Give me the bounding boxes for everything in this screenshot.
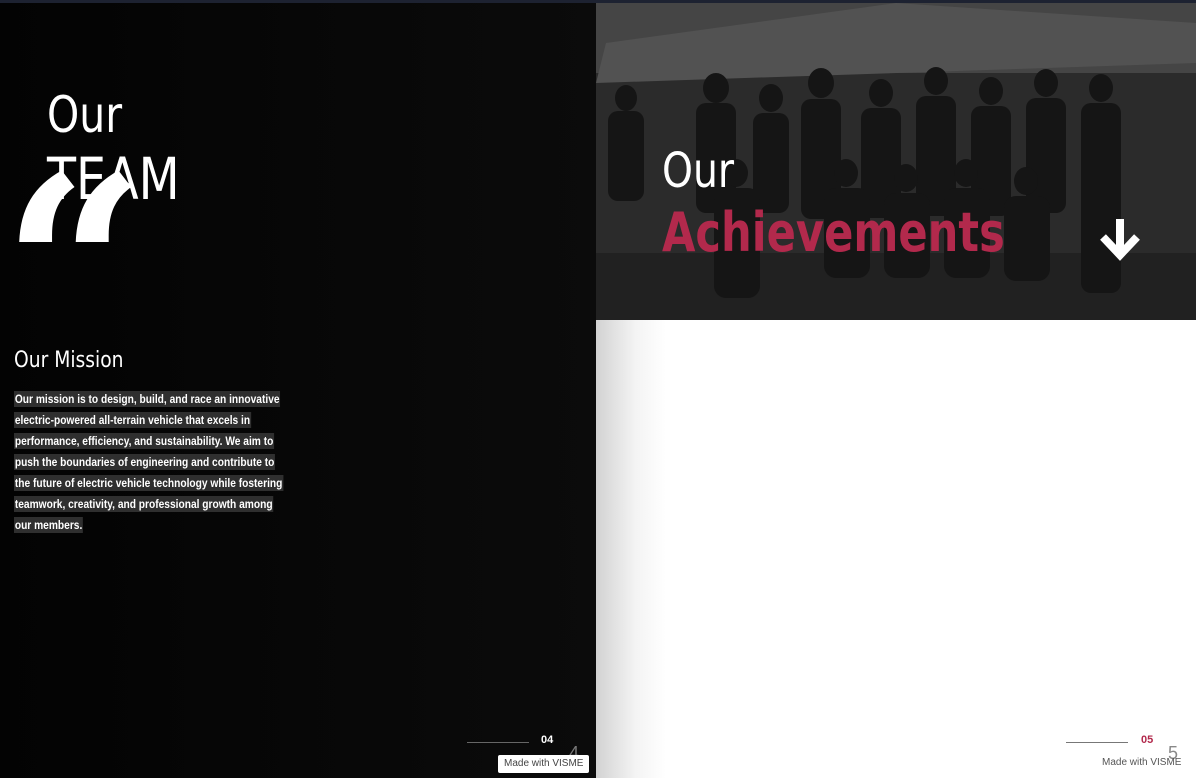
mission-text-highlight: Our mission is to design, build, and rac… xyxy=(14,391,284,533)
made-with-visme-badge[interactable]: Made with VISME xyxy=(1102,756,1181,770)
mission-heading: Our Mission xyxy=(14,348,124,373)
mission-text: Our mission is to design, build, and rac… xyxy=(14,389,286,536)
page-number: 05 xyxy=(1141,734,1154,746)
achievements-title-line1: Our xyxy=(662,143,735,199)
page-our-achievements: Our Achievements 05 5 Made with VISME xyxy=(596,3,1196,778)
page-our-team: Our TEAM “ Our Mission Our mission is to… xyxy=(0,3,596,778)
arrow-down-icon[interactable] xyxy=(1099,217,1141,261)
page-number-rule xyxy=(467,742,529,743)
page-number: 04 xyxy=(541,734,554,746)
made-with-visme-badge[interactable]: Made with VISME xyxy=(498,755,590,773)
page-number-rule xyxy=(1066,742,1128,743)
achievements-title-line2: Achievements xyxy=(662,201,1005,264)
